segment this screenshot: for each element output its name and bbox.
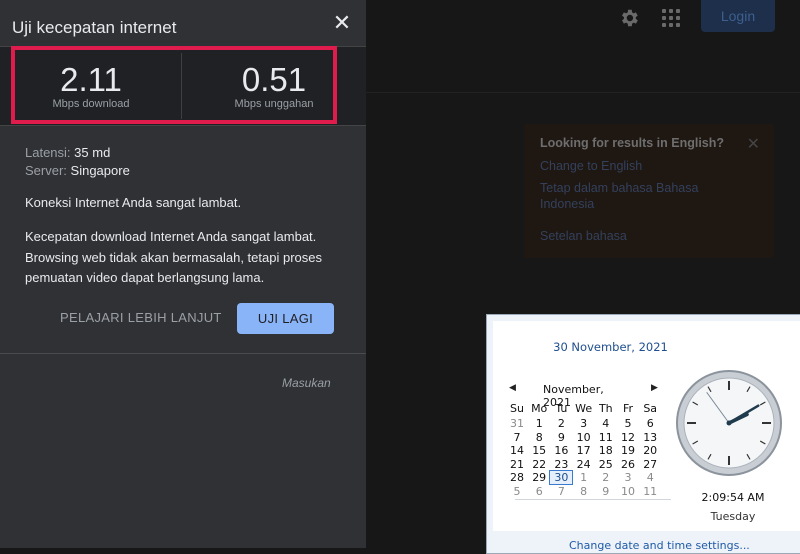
calendar-day[interactable]: 3 bbox=[617, 471, 639, 484]
calendar-day-today[interactable]: 30 bbox=[549, 470, 574, 486]
language-card-title: Looking for results in English? bbox=[540, 136, 725, 150]
calendar-weekday-header: Mo bbox=[531, 402, 548, 415]
weekday-label: Tuesday bbox=[710, 510, 756, 523]
calendar-day[interactable]: 10 bbox=[617, 485, 639, 498]
feedback-link[interactable]: Masukan bbox=[282, 376, 331, 390]
calendar-weekday-header: We bbox=[575, 402, 593, 415]
calendar-weekday-header: Su bbox=[510, 402, 524, 415]
windows-clock-popup: 30 November, 2021 ◀ November, 2021 ▶ Su M… bbox=[486, 314, 800, 554]
calendar-day[interactable]: 18 bbox=[595, 444, 617, 457]
calendar-day[interactable]: 9 bbox=[550, 431, 572, 444]
calendar-day[interactable]: 1 bbox=[528, 417, 550, 430]
calendar-day[interactable]: 10 bbox=[573, 431, 595, 444]
retry-button[interactable]: UJI LAGI bbox=[237, 303, 334, 334]
change-date-time-settings-link[interactable]: Change date and time settings... bbox=[569, 539, 750, 552]
calendar-day[interactable]: 27 bbox=[639, 458, 661, 471]
change-to-english-link[interactable]: Change to English bbox=[540, 158, 740, 174]
clock-popup-content: 30 November, 2021 ◀ November, 2021 ▶ Su M… bbox=[493, 321, 800, 531]
learn-more-link[interactable]: PELAJARI LEBIH LANJUT bbox=[60, 310, 222, 325]
server-info: Server: Singapore bbox=[25, 163, 130, 178]
panel-title: Uji kecepatan internet bbox=[12, 18, 177, 37]
calendar-day[interactable]: 12 bbox=[617, 431, 639, 444]
header-divider bbox=[366, 92, 800, 93]
calendar-weekday-row: Su Mo Tu We Th Fr Sa bbox=[509, 402, 669, 418]
calendar-day[interactable]: 3 bbox=[573, 417, 595, 430]
calendar-day[interactable]: 4 bbox=[595, 417, 617, 430]
calendar-day[interactable]: 29 bbox=[528, 471, 550, 484]
calendar-day[interactable]: 6 bbox=[639, 417, 661, 430]
settings-gear-icon[interactable] bbox=[618, 7, 640, 29]
calendar-day[interactable]: 11 bbox=[595, 431, 617, 444]
calendar-day[interactable]: 2 bbox=[595, 471, 617, 484]
digital-time: 2:09:54 AM bbox=[701, 491, 765, 504]
calendar-day[interactable]: 22 bbox=[528, 458, 550, 471]
calendar-day[interactable]: 16 bbox=[550, 444, 572, 457]
analog-clock bbox=[676, 370, 782, 476]
language-suggestion-card: Looking for results in English? ✕ Change… bbox=[524, 124, 774, 258]
speed-detail: Kecepatan download Internet Anda sangat … bbox=[25, 229, 322, 285]
panel-divider bbox=[0, 353, 366, 354]
speed-test-panel: Uji kecepatan internet ✕ 2.11 Mbps downl… bbox=[0, 0, 366, 548]
calendar-weekday-header: Sa bbox=[643, 402, 658, 415]
calendar-weekday-header: Th bbox=[598, 402, 613, 415]
calendar-day[interactable]: 15 bbox=[528, 444, 550, 457]
close-icon[interactable]: ✕ bbox=[331, 12, 353, 34]
next-month-icon[interactable]: ▶ bbox=[651, 382, 658, 393]
calendar-day[interactable]: 8 bbox=[528, 431, 550, 444]
calendar-day[interactable]: 5 bbox=[617, 417, 639, 430]
long-date-link[interactable]: 30 November, 2021 bbox=[493, 340, 728, 354]
calendar-day[interactable]: 28 bbox=[506, 471, 528, 484]
clock-center bbox=[726, 420, 732, 426]
calendar-day[interactable]: 5 bbox=[506, 485, 528, 498]
highlight-box bbox=[11, 46, 337, 124]
calendar-day[interactable]: 2 bbox=[550, 417, 572, 430]
calendar-weekday-header: Fr bbox=[622, 402, 634, 415]
login-button[interactable]: Login bbox=[701, 0, 775, 32]
calendar-day[interactable]: 14 bbox=[506, 444, 528, 457]
apps-grid-icon[interactable] bbox=[662, 9, 680, 27]
calendar-day[interactable]: 25 bbox=[595, 458, 617, 471]
stay-in-indonesian-link[interactable]: Tetap dalam bahasa Bahasa Indonesia bbox=[540, 180, 740, 212]
calendar-day[interactable]: 24 bbox=[573, 458, 595, 471]
calendar-day[interactable]: 4 bbox=[639, 471, 661, 484]
calendar-day[interactable]: 17 bbox=[573, 444, 595, 457]
calendar-day[interactable]: 19 bbox=[617, 444, 639, 457]
calendar-day[interactable]: 23 bbox=[550, 458, 572, 471]
calendar-weekday-header: Tu bbox=[555, 402, 568, 415]
calendar-day[interactable]: 31 bbox=[506, 417, 528, 430]
calendar-day[interactable]: 11 bbox=[639, 485, 661, 498]
calendar-day[interactable]: 20 bbox=[639, 444, 661, 457]
calendar-day[interactable]: 7 bbox=[506, 431, 528, 444]
language-settings-link[interactable]: Setelan bahasa bbox=[540, 228, 740, 244]
latency-value: 35 md bbox=[74, 145, 111, 160]
latency-info: Latensi: 35 md bbox=[25, 145, 110, 160]
previous-month-icon[interactable]: ◀ bbox=[509, 382, 516, 393]
calendar-day[interactable]: 7 bbox=[550, 485, 572, 498]
speed-summary: Koneksi Internet Anda sangat lambat. bbox=[25, 195, 242, 210]
calendar-day[interactable]: 26 bbox=[617, 458, 639, 471]
language-card-close-icon[interactable]: ✕ bbox=[747, 134, 760, 154]
calendar-day[interactable]: 1 bbox=[573, 471, 595, 484]
calendar-day[interactable]: 13 bbox=[639, 431, 661, 444]
calendar-day[interactable]: 8 bbox=[573, 485, 595, 498]
calendar-day[interactable]: 21 bbox=[506, 458, 528, 471]
calendar-day[interactable]: 6 bbox=[528, 485, 550, 498]
latency-label: Latensi: bbox=[25, 145, 71, 160]
calendar-day[interactable]: 9 bbox=[595, 485, 617, 498]
server-value: Singapore bbox=[70, 163, 130, 178]
calendar-week-row: 5 6 7 8 9 10 11 bbox=[509, 485, 669, 501]
server-label: Server: bbox=[25, 163, 67, 178]
